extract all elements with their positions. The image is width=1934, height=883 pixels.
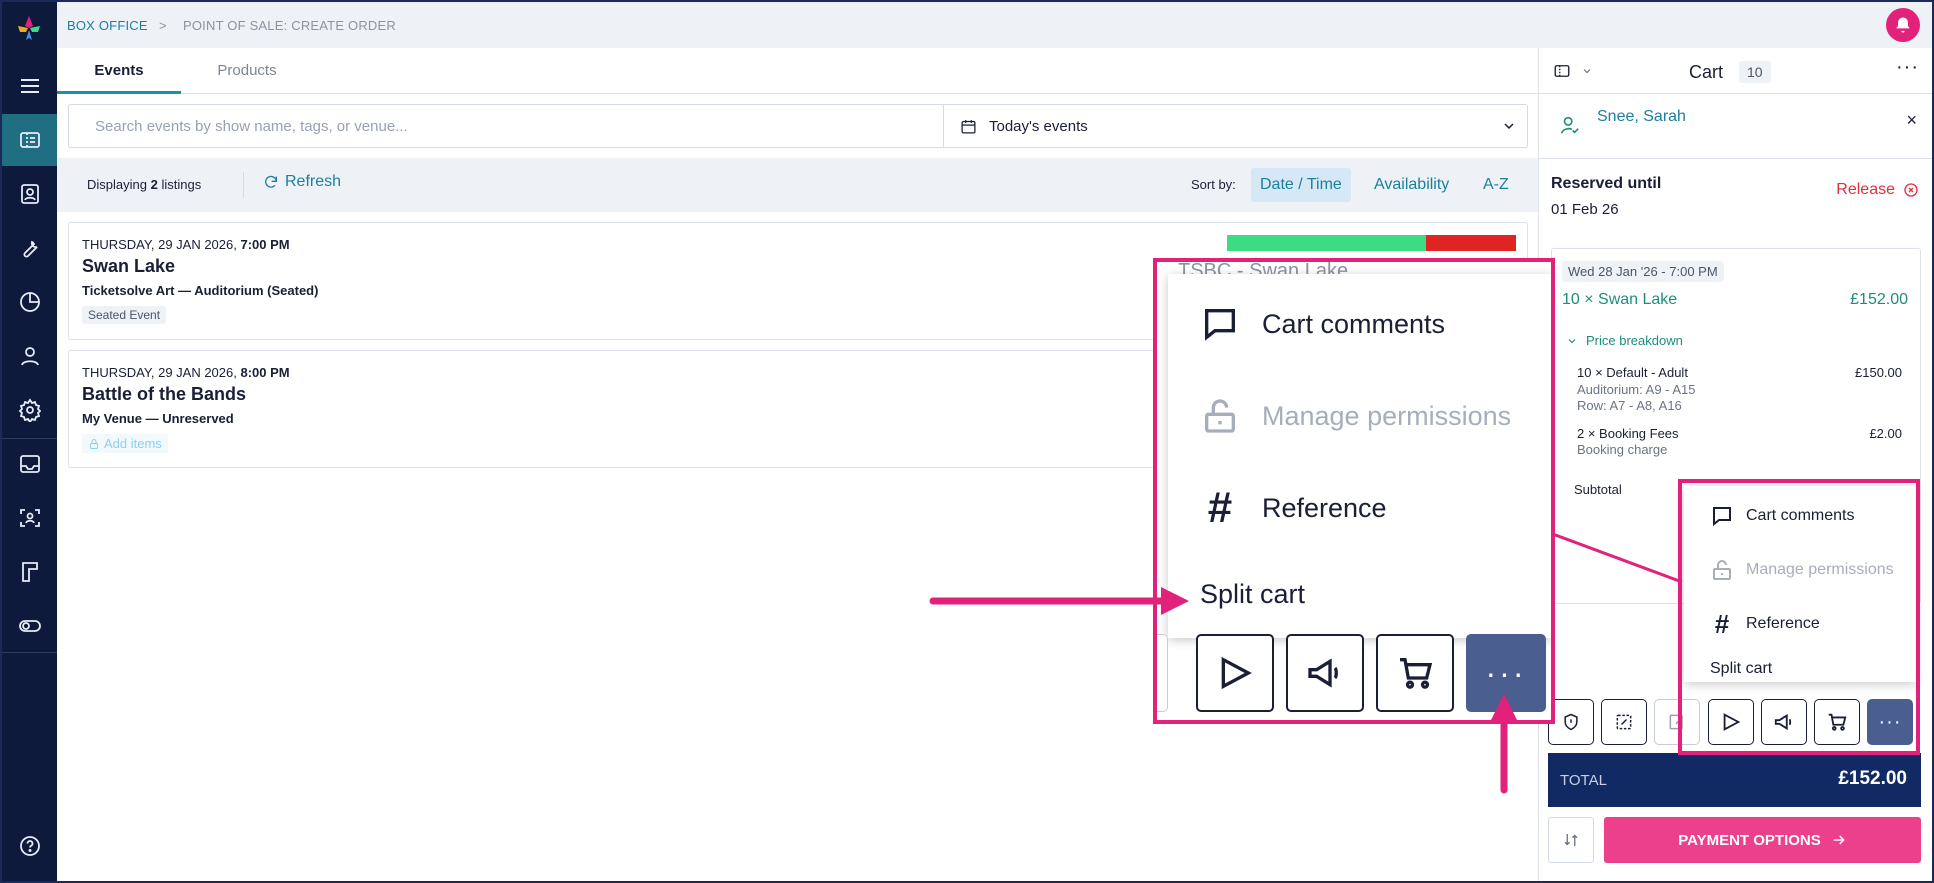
toggle-icon[interactable]: [2, 600, 57, 652]
lock-icon: [90, 438, 98, 449]
total-bar: TOTAL £152.00: [1548, 753, 1921, 807]
help-icon[interactable]: [2, 820, 57, 872]
shield-icon: [1564, 713, 1578, 731]
breakdown-row-sub: Booking charge: [1577, 442, 1668, 457]
cart-panel: Cart 10 ··· Snee, Sarah × Reserved until…: [1538, 48, 1932, 881]
scan-icon: [1616, 714, 1632, 730]
search-row: Today's events: [68, 104, 1528, 148]
event-name: Battle of the Bands: [82, 384, 247, 404]
arrow-right-icon: [1833, 835, 1845, 845]
search-input[interactable]: [69, 105, 943, 147]
cart-header: Cart 10 ···: [1539, 48, 1932, 94]
settings-icon[interactable]: [2, 384, 57, 436]
reserved-until-date: 01 Feb 26: [1551, 201, 1619, 218]
refresh-icon: [265, 175, 277, 188]
subtotal-label: Subtotal: [1574, 482, 1622, 497]
box-office-icon[interactable]: [2, 114, 57, 166]
breakdown-row-price: £2.00: [1869, 426, 1902, 441]
event-venue: Ticketsolve Art — Auditorium (Seated): [82, 283, 319, 298]
sort-date-time[interactable]: Date / Time: [1251, 168, 1351, 202]
callout-box-small: [1678, 479, 1920, 755]
reservation-row: Reserved until 01 Feb 26 Release: [1539, 159, 1932, 245]
swap-icon: [1564, 834, 1578, 846]
inbox-icon[interactable]: [2, 438, 57, 490]
cart-title: Cart: [1689, 62, 1724, 82]
scan-button[interactable]: [1601, 699, 1647, 745]
event-badge: Seated Event: [82, 306, 167, 324]
reserved-until-label: Reserved until: [1551, 175, 1662, 192]
total-value: £152.00: [1838, 768, 1907, 789]
event-name: Swan Lake: [82, 256, 176, 276]
callout-box-zoom: [1153, 258, 1555, 724]
date-filter-label: Today's events: [989, 117, 1088, 135]
chevron-down-icon: [1568, 338, 1576, 343]
callout-connector: [1542, 528, 1683, 584]
breakdown-row-sub: Auditorium: A9 - A15: [1577, 382, 1696, 397]
event-date: THURSDAY, 29 JAN 2026, 7:00 PM: [82, 237, 290, 252]
item-line[interactable]: 10 × Swan Lake: [1562, 291, 1677, 309]
listing-count-text: Displaying 2 listings: [87, 177, 202, 192]
board-icon[interactable]: [2, 546, 57, 598]
cart-count-badge: 10: [1739, 61, 1771, 83]
chevron-down-icon: [1583, 69, 1591, 74]
add-items-button[interactable]: Add items: [82, 434, 168, 453]
breakdown-row-sub: Row: A7 - A8, A16: [1577, 398, 1682, 413]
close-circle-icon: [1904, 183, 1918, 197]
breakdown-row-price: £150.00: [1855, 365, 1902, 380]
contacts-icon[interactable]: [2, 168, 57, 220]
tools-icon[interactable]: [2, 222, 57, 274]
app-logo[interactable]: [16, 14, 42, 42]
tab-products[interactable]: Products: [187, 48, 307, 94]
total-label: TOTAL: [1560, 772, 1607, 789]
chevron-down-icon: [1504, 123, 1514, 130]
capacity-held: [1426, 235, 1516, 251]
more-options-icon[interactable]: ···: [1896, 56, 1919, 79]
breadcrumb-root[interactable]: BOX OFFICE: [67, 18, 148, 33]
capacity-sold: [1227, 235, 1427, 251]
app-window: BOX OFFICE > POINT OF SALE: CREATE ORDER…: [0, 0, 1934, 883]
cart-type-select[interactable]: [1553, 62, 1593, 80]
notifications-bell-icon[interactable]: [1886, 8, 1920, 42]
breakdown-row-title: 10 × Default - Adult: [1577, 365, 1688, 380]
face-scan-icon[interactable]: [2, 492, 57, 544]
payment-options-button[interactable]: PAYMENT OPTIONS: [1604, 817, 1921, 863]
sort-a-z[interactable]: A-Z: [1474, 168, 1518, 202]
event-date: THURSDAY, 29 JAN 2026, 8:00 PM: [82, 365, 290, 380]
release-button[interactable]: Release: [1836, 181, 1919, 199]
sort-label: Sort by:: [1191, 177, 1236, 192]
refresh-button[interactable]: Refresh: [263, 173, 341, 191]
breadcrumb-separator: >: [159, 18, 167, 33]
user-icon[interactable]: [2, 330, 57, 382]
date-filter-select[interactable]: Today's events: [943, 105, 1529, 147]
price-breakdown-toggle[interactable]: Price breakdown: [1566, 333, 1683, 348]
arrow-to-more-button: [1490, 694, 1518, 794]
listing-toolbar: Displaying 2 listings Refresh Sort by: D…: [57, 158, 1538, 212]
sidebar: [2, 2, 57, 881]
arrow-to-split-cart: [929, 587, 1189, 615]
item-line-price: £152.00: [1850, 291, 1908, 308]
breadcrumb: BOX OFFICE > POINT OF SALE: CREATE ORDER: [57, 2, 1932, 48]
breakdown-row-title: 2 × Booking Fees: [1577, 426, 1679, 441]
item-date-tag: Wed 28 Jan '26 - 7:00 PM: [1562, 261, 1724, 282]
currency-swap-button[interactable]: [1548, 817, 1594, 863]
customer-verified-icon: [1560, 116, 1579, 134]
menu-icon[interactable]: [2, 60, 57, 112]
customer-row: Snee, Sarah ×: [1539, 94, 1932, 159]
sort-availability[interactable]: Availability: [1365, 168, 1458, 202]
capacity-bar: [1227, 235, 1516, 251]
tab-bar: Events Products: [57, 48, 1538, 94]
remove-customer-icon[interactable]: ×: [1906, 110, 1917, 131]
ticket-icon: [1554, 65, 1570, 77]
reports-icon[interactable]: [2, 276, 57, 328]
customer-name[interactable]: Snee, Sarah: [1597, 108, 1686, 126]
calendar-icon: [961, 119, 976, 134]
event-venue: My Venue — Unreserved: [82, 411, 234, 426]
breadcrumb-current: POINT OF SALE: CREATE ORDER: [183, 18, 396, 33]
tab-events[interactable]: Events: [57, 48, 181, 94]
